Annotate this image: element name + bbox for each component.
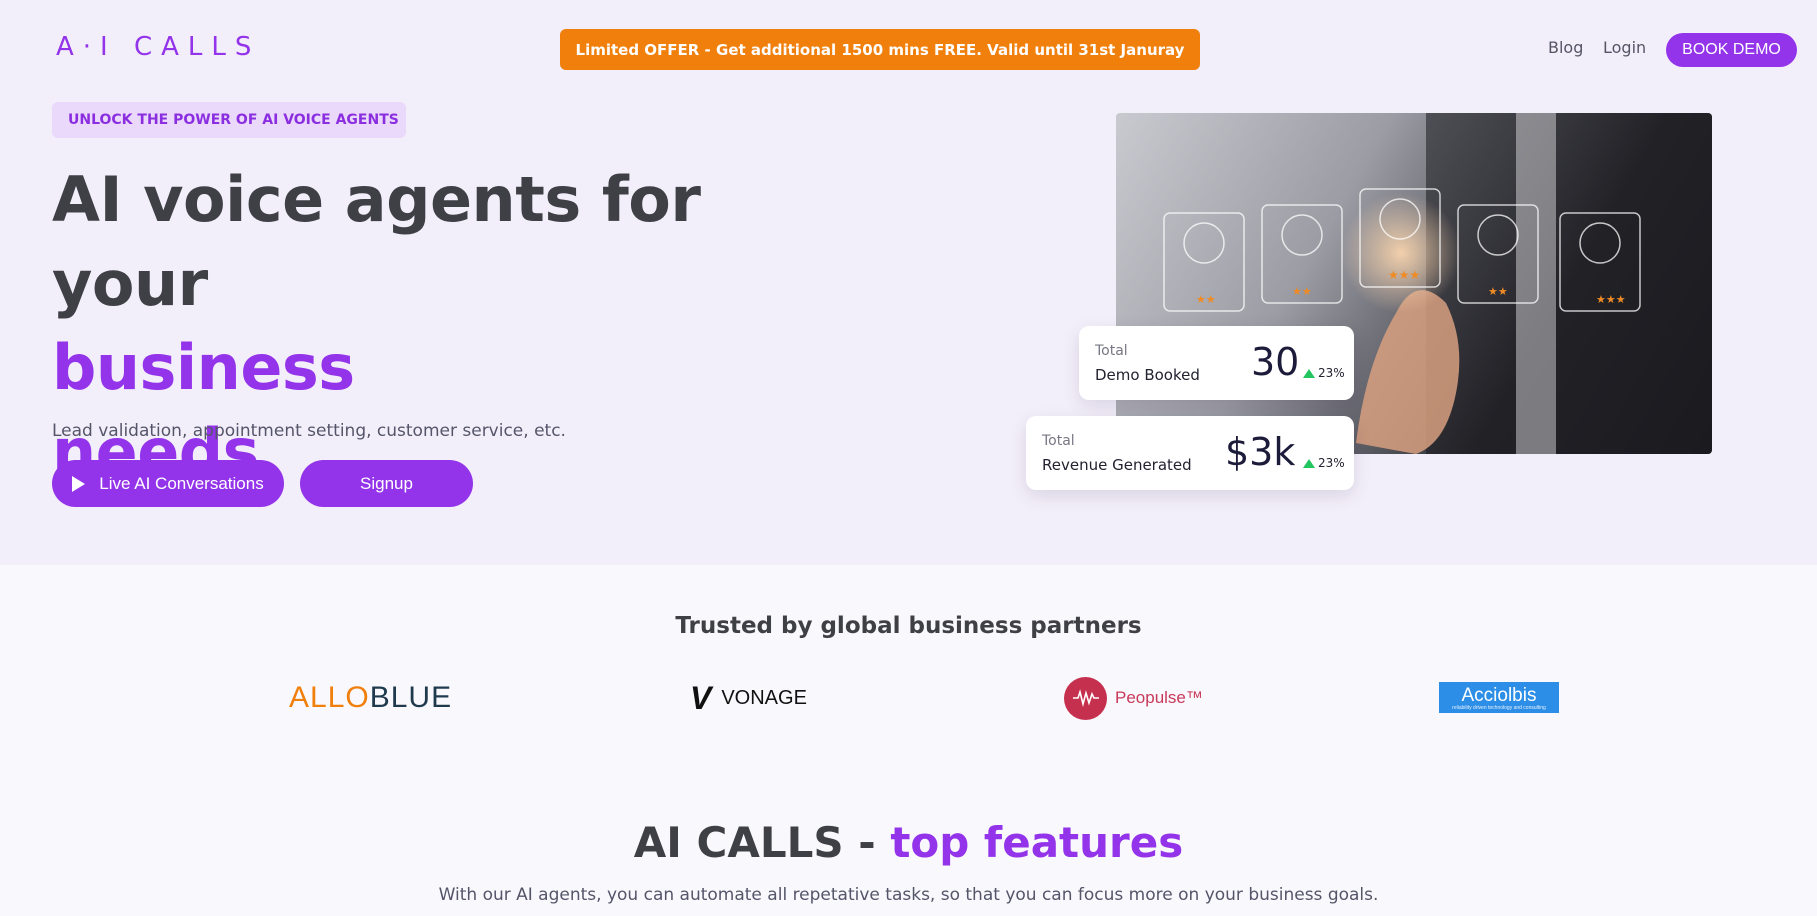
signup-button[interactable]: Signup	[300, 460, 473, 507]
features-title-accent: top features	[890, 818, 1184, 867]
stat-change: 23%	[1303, 456, 1345, 470]
acciolbis-name: Acciolbis	[1461, 684, 1537, 706]
nav-login-link[interactable]: Login	[1603, 38, 1646, 57]
partner-logo-acciolbis: Acciolbis reliability driven technology …	[1439, 682, 1559, 713]
partners-title: Trusted by global business partners	[675, 613, 1142, 639]
stat-change: 23%	[1303, 366, 1345, 380]
partner-logo-peopulse: Peopulse™	[1064, 676, 1203, 720]
nav-blog-link[interactable]: Blog	[1548, 38, 1583, 57]
offer-banner[interactable]: Limited OFFER - Get additional 1500 mins…	[560, 29, 1200, 70]
stat-value: 30	[1251, 340, 1300, 384]
book-demo-button[interactable]: BOOK DEMO	[1666, 33, 1797, 67]
stat-label-top: Total	[1095, 343, 1128, 359]
arrow-up-icon	[1303, 458, 1315, 468]
vonage-name: VONAGE	[721, 686, 807, 709]
svg-text:★★: ★★	[1292, 285, 1312, 298]
partner-logo-alloblue: ALLO BLUE	[289, 676, 452, 720]
hero-image: ★★ ★★ ★★★ ★★ ★★★	[1116, 113, 1712, 454]
profile-cards-illustration: ★★ ★★ ★★★ ★★ ★★★	[1163, 113, 1712, 454]
stat-label: Demo Booked	[1095, 366, 1200, 384]
vonage-mark-icon: V	[690, 679, 712, 716]
peopulse-pulse-icon	[1064, 676, 1107, 720]
play-icon	[72, 475, 86, 492]
hero-headline: AI voice agents for your business needs	[52, 158, 872, 494]
svg-text:★★: ★★	[1488, 285, 1508, 298]
svg-text:★★★: ★★★	[1388, 268, 1420, 282]
svg-text:★★: ★★	[1196, 293, 1216, 306]
live-conversations-label: Live AI Conversations	[99, 473, 264, 493]
features-subtitle: With our AI agents, you can automate all…	[438, 885, 1379, 905]
stat-change-value: 23%	[1318, 366, 1345, 380]
stat-label-top: Total	[1042, 433, 1075, 449]
live-conversations-button[interactable]: Live AI Conversations	[52, 460, 284, 507]
stat-change-value: 23%	[1318, 456, 1345, 470]
stat-value: $3k	[1225, 430, 1296, 474]
features-title-prefix: AI CALLS -	[633, 818, 891, 867]
logo[interactable]: A·I CALLS	[56, 32, 260, 62]
acciolbis-tagline: reliability driven technology and consul…	[1452, 704, 1546, 711]
stat-card-demo-booked: Total Demo Booked 30 23%	[1079, 326, 1354, 400]
headline-line-2: business	[52, 331, 355, 404]
stat-card-revenue: Total Revenue Generated $3k 23%	[1026, 416, 1354, 490]
peopulse-name: Peopulse™	[1115, 688, 1203, 707]
hero-subtitle: Lead validation, appointment setting, cu…	[52, 421, 566, 441]
svg-text:★★★: ★★★	[1596, 293, 1626, 306]
features-title: AI CALLS - top features	[0, 818, 1817, 867]
stat-label: Revenue Generated	[1042, 456, 1192, 474]
partner-logo-vonage: V VONAGE	[690, 676, 807, 720]
alloblue-part-a: ALLO	[289, 681, 370, 714]
alloblue-part-b: BLUE	[369, 681, 453, 714]
hero-badge: UNLOCK THE POWER OF AI VOICE AGENTS	[52, 102, 406, 138]
headline-line-1: AI voice agents for your	[52, 163, 701, 320]
arrow-up-icon	[1303, 368, 1315, 378]
